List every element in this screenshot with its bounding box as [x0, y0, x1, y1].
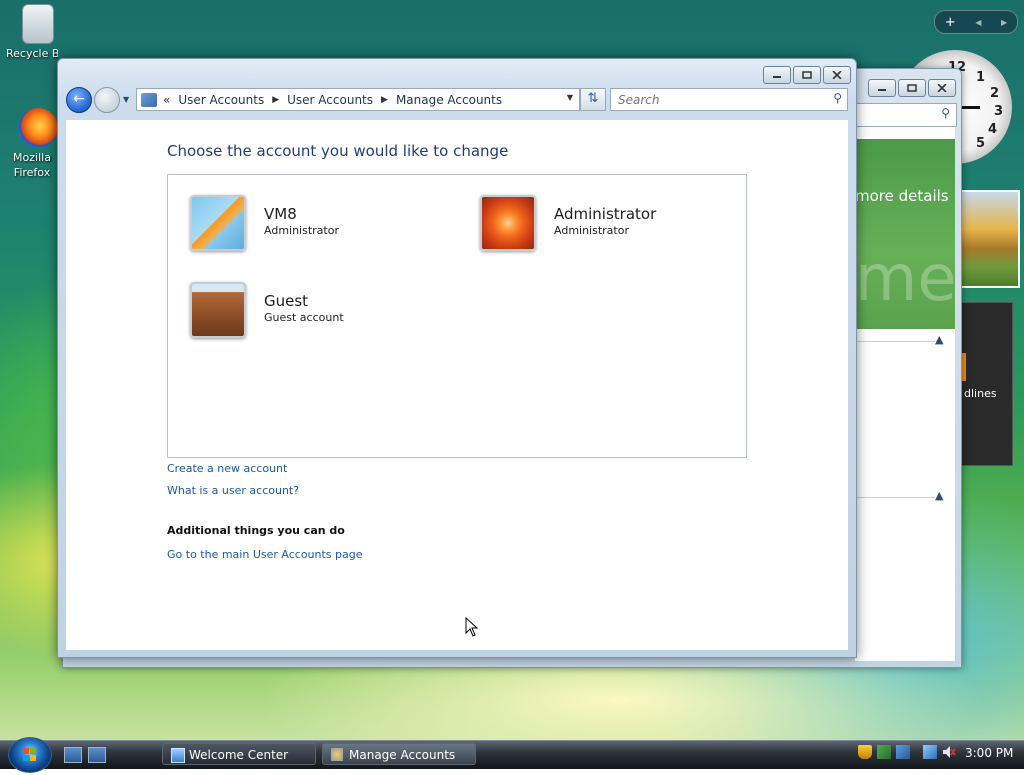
add-gadget-button[interactable]: + [945, 15, 956, 30]
account-tile-guest[interactable]: Guest Guest account [190, 282, 344, 338]
desktop-icon-label: Recycle Bin [6, 47, 58, 60]
trash-icon [22, 4, 54, 44]
search-icon: ⚲ [941, 106, 950, 120]
content-pane: Choose the account you would like to cha… [66, 120, 848, 650]
windows-logo-icon [23, 748, 36, 761]
close-button[interactable] [928, 79, 956, 97]
minimize-button[interactable] [763, 66, 791, 84]
minimize-icon [773, 76, 781, 78]
computer-icon[interactable] [923, 745, 937, 759]
account-tile-vm8[interactable]: VM8 Administrator [190, 195, 339, 251]
account-type: Guest account [264, 311, 344, 324]
welcome-banner: more details me [855, 139, 957, 329]
taskbar-button-manage-accounts[interactable]: Manage Accounts [322, 743, 476, 765]
windows-update-icon[interactable] [877, 745, 891, 759]
clock-number: 2 [990, 86, 1000, 101]
user-avatar-briefcase [190, 282, 246, 338]
next-page-button[interactable]: ▶ [1001, 18, 1007, 27]
chevron-up-icon[interactable]: ▲ [935, 489, 943, 502]
account-list: VM8 Administrator Administrator Administ… [167, 174, 747, 458]
back-button[interactable]: ← [66, 87, 92, 113]
network-icon[interactable] [896, 745, 910, 759]
account-type: Administrator [554, 224, 629, 237]
clock-number: 3 [994, 104, 1004, 119]
system-clock[interactable]: 3:00 PM [965, 746, 1013, 760]
user-avatar-flower [480, 195, 536, 251]
main-user-accounts-link[interactable]: Go to the main User Accounts page [167, 548, 363, 561]
firefox-icon [18, 108, 58, 148]
search-icon[interactable]: ⚲ [833, 91, 842, 105]
sidebar-gadget-controls: + ◀ ▶ [934, 10, 1018, 34]
breadcrumb-overflow[interactable]: « [163, 93, 170, 107]
maximize-icon [802, 71, 812, 79]
minimize-icon [878, 89, 886, 91]
taskbar: Welcome Center Manage Accounts 3:00 PM [0, 737, 1024, 773]
search-box[interactable]: ⚲ [610, 88, 848, 111]
show-desktop-icon[interactable] [64, 747, 82, 763]
taskbar-button-welcome-center[interactable]: Welcome Center [162, 743, 316, 765]
account-name: Guest [264, 292, 309, 310]
clock-number: 5 [976, 136, 986, 151]
refresh-button[interactable]: ⇅ [580, 88, 606, 111]
account-name: Administrator [554, 205, 657, 223]
account-tile-administrator[interactable]: Administrator Administrator [480, 195, 656, 251]
page-title: Choose the account you would like to cha… [167, 142, 509, 160]
notification-area [858, 745, 956, 759]
clock-number: 4 [988, 122, 998, 137]
back-arrow-icon: ← [73, 91, 85, 107]
account-name: VM8 [264, 205, 297, 223]
maximize-button[interactable] [898, 79, 926, 97]
chevron-right-icon[interactable]: ▶ [272, 95, 279, 105]
volume-muted-icon[interactable] [942, 745, 956, 759]
account-type: Administrator [264, 224, 339, 237]
slideshow-gadget[interactable] [958, 190, 1020, 288]
chevron-up-icon[interactable]: ▲ [935, 333, 943, 346]
navigation-bar: ← ▼ « User Accounts ▶ User Accounts ▶ Ma… [66, 87, 848, 113]
close-icon [937, 84, 947, 92]
feed-headlines-gadget[interactable]: dlines [960, 302, 1013, 466]
search-input[interactable] [616, 92, 820, 108]
maximize-icon [907, 84, 917, 92]
users-icon [331, 748, 343, 761]
taskbar-button-label: Welcome Center [189, 748, 289, 762]
desktop-icon-label: Mozilla Firefox [13, 151, 51, 179]
clock-number: 1 [976, 70, 986, 85]
window-controls [868, 79, 956, 97]
feed-label: dlines [964, 387, 997, 400]
minimize-button[interactable] [868, 79, 896, 97]
breadcrumb-item[interactable]: User Accounts [287, 93, 373, 107]
breadcrumb-item[interactable]: Manage Accounts [396, 93, 502, 107]
banner-watermark: me [855, 242, 957, 316]
control-panel-icon [141, 92, 157, 107]
welcome-center-icon [171, 748, 185, 763]
user-avatar-goldfish [190, 195, 246, 251]
window-controls [763, 66, 851, 84]
create-account-link[interactable]: Create a new account [167, 462, 287, 475]
switch-windows-icon[interactable] [88, 747, 106, 763]
more-details-link[interactable]: more details [855, 187, 949, 205]
recent-pages-dropdown[interactable]: ▼ [123, 95, 129, 104]
refresh-icon: ⇅ [587, 91, 599, 106]
chevron-down-icon[interactable]: ▼ [567, 93, 573, 102]
breadcrumb-item[interactable]: User Accounts [178, 93, 264, 107]
manage-accounts-window[interactable]: ← ▼ « User Accounts ▶ User Accounts ▶ Ma… [57, 58, 857, 658]
address-bar[interactable]: « User Accounts ▶ User Accounts ▶ Manage… [136, 88, 580, 111]
close-icon [832, 71, 842, 79]
security-shield-icon[interactable] [858, 745, 872, 759]
previous-page-button[interactable]: ◀ [975, 18, 981, 27]
section-divider [855, 497, 935, 498]
taskbar-button-label: Manage Accounts [349, 748, 456, 762]
close-button[interactable] [823, 66, 851, 84]
chevron-right-icon[interactable]: ▶ [381, 95, 388, 105]
forward-button[interactable] [94, 87, 120, 113]
additional-tasks-heading: Additional things you can do [167, 524, 345, 537]
section-divider [855, 341, 935, 342]
recycle-bin-icon[interactable]: Recycle Bin [6, 4, 70, 61]
mouse-cursor-icon [465, 617, 479, 637]
what-is-user-account-link[interactable]: What is a user account? [167, 484, 299, 497]
search-box[interactable]: ⚲ [855, 103, 957, 127]
maximize-button[interactable] [793, 66, 821, 84]
